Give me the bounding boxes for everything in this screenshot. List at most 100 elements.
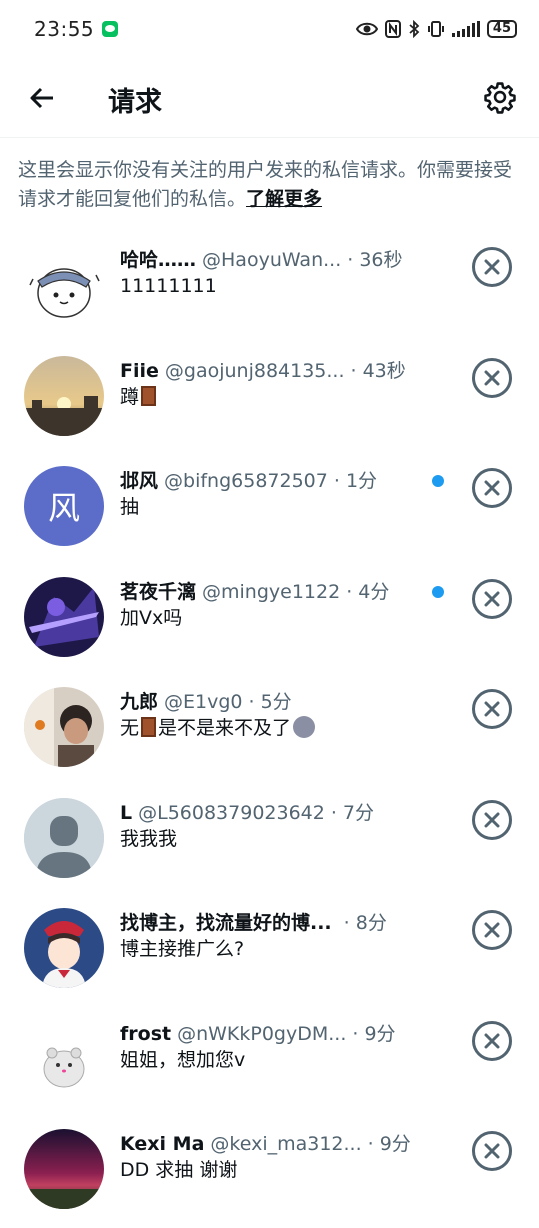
sender-handle: @E1vg0 bbox=[164, 691, 243, 713]
avatar[interactable] bbox=[24, 1018, 104, 1099]
message-time: · 7分 bbox=[330, 801, 375, 824]
message-preview: 姐姐，想加您v bbox=[120, 1048, 246, 1071]
settings-button[interactable] bbox=[481, 78, 519, 116]
app-bar: 请求 bbox=[0, 58, 539, 138]
avatar[interactable] bbox=[24, 355, 104, 436]
arrow-left-icon bbox=[30, 87, 53, 109]
sender-handle: @L5608379023642 bbox=[138, 801, 325, 824]
unread-indicator bbox=[432, 475, 444, 487]
dismiss-request-button[interactable] bbox=[472, 1020, 512, 1061]
bluetooth-icon bbox=[409, 20, 420, 38]
vibrate-icon bbox=[427, 21, 444, 37]
request-header: 邶风 @bifng65872507 · 1分 bbox=[120, 468, 420, 494]
requests-notice: 这里会显示你没有关注的用户发来的私信请求。你需要接受请求才能回复他们的私信。了解… bbox=[18, 156, 528, 214]
page-title: 请求 bbox=[108, 87, 162, 118]
message-time: · 5分 bbox=[248, 691, 292, 713]
dismiss-request-button[interactable] bbox=[472, 468, 512, 508]
dismiss-request-button[interactable] bbox=[472, 247, 512, 287]
nfc-icon bbox=[384, 20, 401, 38]
dismiss-request-button[interactable] bbox=[472, 910, 512, 950]
sender-name: 邶风 bbox=[120, 470, 159, 492]
request-header: 哈哈…… @HaoyuWan... · 36秒 bbox=[120, 247, 420, 273]
request-row[interactable]: 九郎 @E1vg0 · 5分 无是不是来不及了 bbox=[0, 675, 539, 786]
gear-icon bbox=[484, 82, 516, 114]
sender-name: 找博主，找流量好的博... bbox=[120, 912, 332, 934]
avatar[interactable] bbox=[24, 576, 104, 657]
door-emoji-icon bbox=[141, 717, 157, 737]
cartoon-avatar-image bbox=[29, 268, 100, 318]
wechat-notification-icon bbox=[102, 21, 119, 37]
avatar[interactable]: 风 bbox=[24, 466, 104, 546]
message-preview: 蹲 bbox=[120, 384, 420, 410]
sender-name: frost bbox=[120, 1022, 172, 1045]
close-icon bbox=[484, 591, 500, 606]
request-header: 找博主，找流量好的博... · 8分 bbox=[120, 910, 420, 936]
eye-icon bbox=[355, 22, 378, 36]
back-button[interactable] bbox=[24, 80, 60, 116]
avatar-letter: 风 bbox=[47, 489, 80, 527]
avatar[interactable] bbox=[24, 687, 104, 767]
message-text: 蹲 bbox=[120, 385, 140, 408]
request-header: Fiie @gaojunj884135... · 43秒 bbox=[120, 358, 420, 384]
message-text-start: 无 bbox=[120, 717, 140, 739]
message-time: · 9分 bbox=[352, 1022, 396, 1045]
game-character-avatar-image bbox=[24, 576, 104, 657]
close-icon bbox=[484, 1033, 500, 1048]
sender-handle: @kexi_ma312... bbox=[210, 1133, 362, 1155]
message-preview: DD 求抽 谢谢 bbox=[120, 1159, 238, 1181]
dismiss-request-button[interactable] bbox=[472, 1131, 512, 1171]
dismiss-request-button[interactable] bbox=[472, 689, 512, 729]
request-row[interactable]: Kexi Ma @kexi_ma312... · 9分 DD 求抽 谢谢 bbox=[0, 1117, 539, 1228]
request-row[interactable]: 哈哈…… @HaoyuWan... · 36秒 11111111 bbox=[0, 233, 539, 344]
avatar[interactable] bbox=[24, 1129, 104, 1209]
message-preview: 博主接推广么? bbox=[120, 938, 245, 960]
unread-indicator bbox=[432, 585, 444, 598]
message-text-end: 是不是来不及了 bbox=[158, 717, 292, 739]
message-preview: 我我我 bbox=[120, 827, 178, 850]
request-header: 茗夜千漓 @mingye1122 · 4分 bbox=[120, 579, 420, 605]
moon-face-emoji-icon bbox=[293, 716, 316, 738]
person-photo-image bbox=[24, 687, 104, 767]
request-header: L @L5608379023642 · 7分 bbox=[120, 800, 420, 826]
request-row[interactable]: 找博主，找流量好的博... · 8分 博主接推广么? bbox=[0, 896, 539, 1007]
sender-name: L bbox=[120, 801, 133, 824]
close-icon bbox=[484, 480, 500, 496]
hamster-avatar-image bbox=[24, 1018, 104, 1099]
anime-girl-avatar-image bbox=[24, 908, 104, 988]
message-preview: 11111111 bbox=[120, 275, 217, 297]
sender-handle: @HaoyuWan... bbox=[202, 249, 342, 271]
request-header: 九郎 @E1vg0 · 5分 bbox=[120, 689, 420, 715]
message-preview: 加Vx吗 bbox=[120, 606, 183, 629]
avatar[interactable] bbox=[24, 908, 104, 988]
requests-list: 哈哈…… @HaoyuWan... · 36秒 11111111 Fiie @g… bbox=[0, 233, 539, 1228]
night-sky-photo-image bbox=[24, 1129, 104, 1209]
sender-name: 茗夜千漓 bbox=[120, 580, 197, 603]
request-header: Kexi Ma @kexi_ma312... · 9分 bbox=[120, 1131, 420, 1157]
sender-name: Fiie bbox=[120, 359, 159, 382]
sender-handle: @nWKkP0gyDM... bbox=[177, 1022, 347, 1045]
sender-name: 哈哈…… bbox=[120, 249, 197, 271]
close-icon bbox=[484, 701, 500, 717]
request-row[interactable]: 风 邶风 @bifng65872507 · 1分 抽 bbox=[0, 454, 539, 565]
request-row[interactable]: Fiie @gaojunj884135... · 43秒 蹲 bbox=[0, 344, 539, 455]
signal-icon bbox=[451, 21, 480, 37]
dismiss-request-button[interactable] bbox=[472, 357, 512, 398]
dismiss-request-button[interactable] bbox=[472, 578, 512, 619]
default-avatar-image bbox=[24, 797, 104, 878]
close-icon bbox=[484, 259, 500, 275]
close-icon bbox=[484, 812, 500, 827]
request-row[interactable]: frost @nWKkP0gyDM... · 9分 姐姐，想加您v bbox=[0, 1007, 539, 1118]
message-time: · 36秒 bbox=[347, 249, 403, 271]
request-header: frost @nWKkP0gyDM... · 9分 bbox=[120, 1021, 420, 1047]
dismiss-request-button[interactable] bbox=[472, 799, 512, 840]
avatar[interactable] bbox=[24, 245, 104, 325]
avatar[interactable] bbox=[24, 797, 104, 878]
message-time: · 4分 bbox=[346, 580, 390, 603]
sender-name: Kexi Ma bbox=[120, 1133, 205, 1155]
request-row[interactable]: 茗夜千漓 @mingye1122 · 4分 加Vx吗 bbox=[0, 565, 539, 676]
learn-more-link[interactable]: 了解更多 bbox=[246, 188, 322, 210]
request-row[interactable]: L @L5608379023642 · 7分 我我我 bbox=[0, 786, 539, 897]
message-preview: 抽 bbox=[120, 496, 140, 518]
message-time: · 43秒 bbox=[350, 359, 406, 382]
message-preview: 无是不是来不及了 bbox=[120, 715, 420, 741]
